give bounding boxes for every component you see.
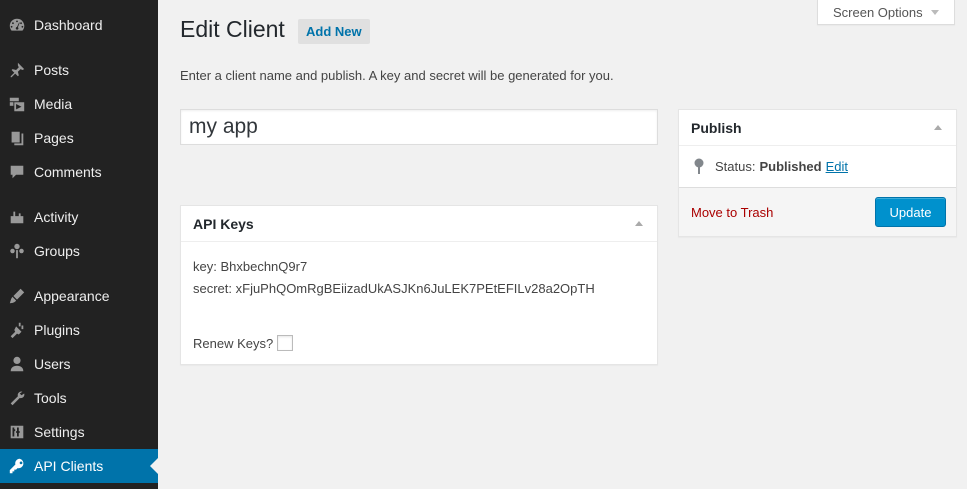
publish-actions: Move to Trash Update <box>679 187 956 236</box>
media-icon <box>7 94 27 114</box>
sidebar-item-dashboard[interactable]: Dashboard <box>0 8 158 42</box>
tools-icon <box>7 388 27 408</box>
pin-icon <box>694 158 704 174</box>
screen-options-label: Screen Options <box>833 4 923 20</box>
edit-status-link[interactable]: Edit <box>826 159 848 174</box>
admin-sidebar: Dashboard Posts Media Pages Comments Act… <box>0 0 158 489</box>
renew-keys-label: Renew Keys? <box>193 335 274 351</box>
publish-header[interactable]: Publish <box>679 110 956 146</box>
sidebar-item-label: Comments <box>34 164 102 180</box>
settings-icon <box>7 422 27 442</box>
add-new-button[interactable]: Add New <box>298 19 370 44</box>
sidebar-item-tools[interactable]: Tools <box>0 381 158 415</box>
api-keys-box: API Keys key: BhxbechnQ9r7 secret: xFjuP… <box>180 205 658 365</box>
sidebar-item-posts[interactable]: Posts <box>0 53 158 87</box>
sidebar-item-pages[interactable]: Pages <box>0 121 158 155</box>
sidebar-item-label: Plugins <box>34 322 80 338</box>
pin-icon <box>7 60 27 80</box>
sidebar-item-label: Activity <box>34 209 79 225</box>
dashboard-icon <box>7 15 27 35</box>
caret-down-icon <box>930 9 939 15</box>
sidebar-item-users[interactable]: Users <box>0 347 158 381</box>
publish-box: Publish Status: Published Edit Move to T… <box>678 109 957 237</box>
comments-icon <box>7 162 27 182</box>
renew-keys-row: Renew Keys? <box>193 335 294 351</box>
publish-heading: Publish <box>691 119 742 136</box>
api-key-line: key: BhxbechnQ9r7 <box>193 259 308 274</box>
sidebar-item-groups[interactable]: Groups <box>0 234 158 268</box>
appearance-icon <box>7 286 27 306</box>
sidebar-item-api-clients[interactable]: API Clients <box>0 449 158 483</box>
screen-options-toggle[interactable]: Screen Options <box>817 0 955 25</box>
client-name-input[interactable] <box>180 109 658 145</box>
status-label: Status: <box>715 158 756 174</box>
sidebar-item-label: Groups <box>34 243 80 259</box>
plugins-icon <box>7 320 27 340</box>
collapse-arrow-icon[interactable] <box>934 125 942 130</box>
key-icon <box>7 456 27 476</box>
sidebar-item-label: Media <box>34 96 73 112</box>
sidebar-item-appearance[interactable]: Appearance <box>0 279 158 313</box>
collapse-arrow-icon[interactable] <box>635 221 643 226</box>
groups-icon <box>7 241 27 261</box>
sidebar-item-label: Users <box>34 356 71 372</box>
renew-keys-checkbox[interactable] <box>277 335 294 351</box>
sidebar-item-label: Pages <box>34 130 74 146</box>
page-title: Edit Client <box>180 16 285 42</box>
sidebar-item-label: API Clients <box>34 458 104 474</box>
sidebar-item-comments[interactable]: Comments <box>0 155 158 189</box>
sidebar-item-media[interactable]: Media <box>0 87 158 121</box>
api-secret-line: secret: xFjuPhQOmRgBEiizadUkASJKn6JuLEK7… <box>193 281 595 296</box>
intro-text: Enter a client name and publish. A key a… <box>180 68 614 83</box>
api-keys-heading: API Keys <box>193 215 254 232</box>
sidebar-item-label: Settings <box>34 424 85 440</box>
move-to-trash-link[interactable]: Move to Trash <box>691 205 773 220</box>
update-button[interactable]: Update <box>875 197 946 227</box>
sidebar-item-label: Tools <box>34 390 67 406</box>
sidebar-item-activity[interactable]: Activity <box>0 200 158 234</box>
activity-icon <box>7 207 27 227</box>
sidebar-item-label: Dashboard <box>34 17 103 33</box>
sidebar-item-plugins[interactable]: Plugins <box>0 313 158 347</box>
sidebar-item-label: Posts <box>34 62 70 78</box>
api-keys-header[interactable]: API Keys <box>181 206 657 242</box>
status-value: Published <box>759 158 822 174</box>
pages-icon <box>7 128 27 148</box>
users-icon <box>7 354 27 374</box>
sidebar-item-label: Appearance <box>34 288 110 304</box>
sidebar-item-settings[interactable]: Settings <box>0 415 158 449</box>
post-status-row: Status: Published Edit <box>679 146 956 186</box>
